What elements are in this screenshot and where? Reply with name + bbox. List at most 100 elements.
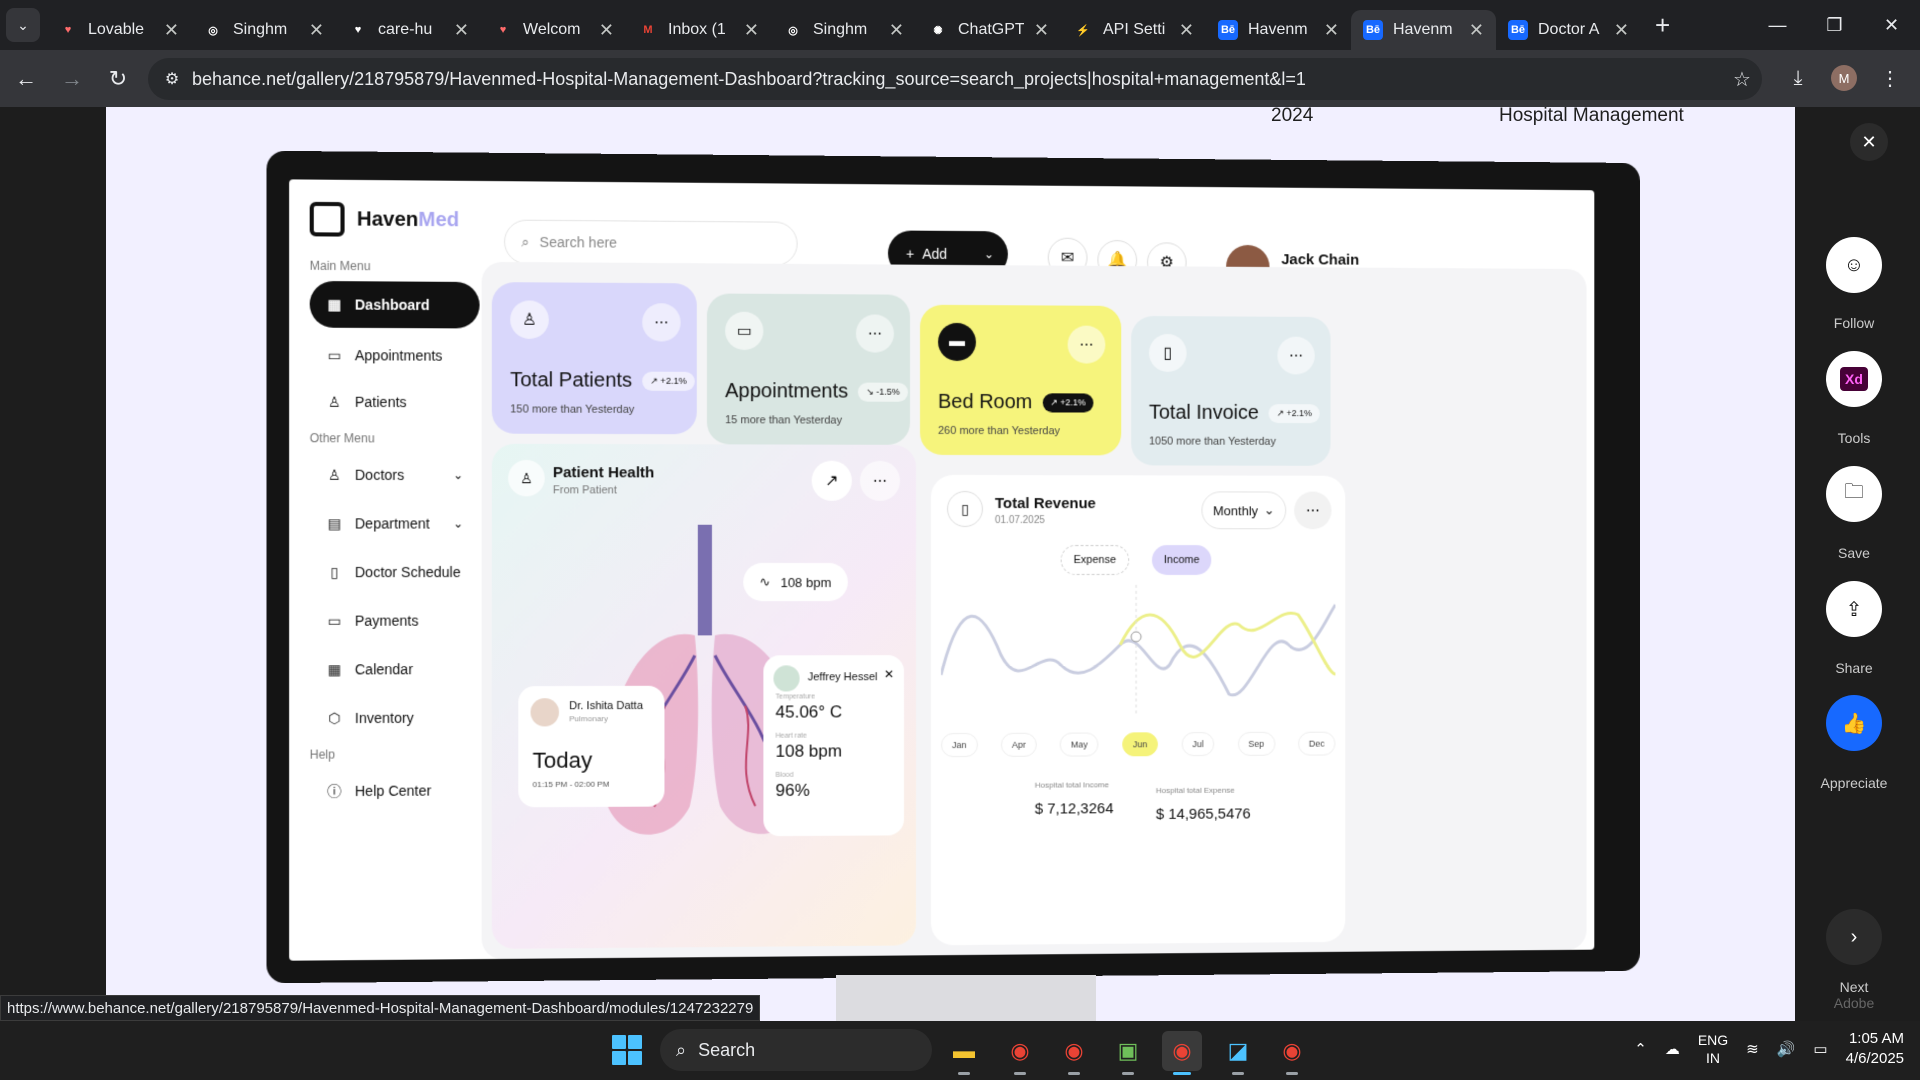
month-chip[interactable]: Jun <box>1121 732 1159 757</box>
close-tab-icon[interactable]: ✕ <box>454 20 469 41</box>
close-tab-icon[interactable]: ✕ <box>164 20 179 41</box>
period-select[interactable]: Monthly ⌄ <box>1201 491 1287 530</box>
windows-start-icon[interactable] <box>612 1035 642 1065</box>
chevron-down-icon[interactable]: ⌄ <box>984 247 994 261</box>
chrome-icon[interactable]: ◉ <box>1054 1031 1094 1075</box>
sidebar-item-doctors[interactable]: ♙ Doctors ⌄ <box>310 451 480 498</box>
browser-toolbar: ← → ↻ ⚙ behance.net/gallery/218795879/Ha… <box>0 50 1920 107</box>
month-chip[interactable]: May <box>1059 732 1099 757</box>
close-window-icon[interactable]: ✕ <box>1863 0 1920 50</box>
tab-title: Havenm <box>1248 21 1308 38</box>
tools-button[interactable]: Xd <box>1826 351 1882 407</box>
sidebar-item-inventory[interactable]: ⬡ Inventory <box>310 694 480 741</box>
appreciate-button[interactable]: 👍 <box>1826 695 1882 751</box>
more-icon[interactable]: ⋯ <box>859 460 900 501</box>
sidebar-item-doctor-schedule[interactable]: ▯ Doctor Schedule <box>310 549 480 596</box>
url-text: behance.net/gallery/218795879/Havenmed-H… <box>192 68 1306 89</box>
more-icon[interactable]: ⋯ <box>855 314 894 353</box>
language-indicator[interactable]: ENG IN <box>1698 1031 1728 1067</box>
month-chip[interactable]: Apr <box>1000 732 1037 757</box>
taskbar-search[interactable]: ⌕ Search <box>660 1029 932 1071</box>
month-chip[interactable]: Jan <box>941 732 978 758</box>
month-chip[interactable]: Dec <box>1298 731 1336 756</box>
sidebar-item-help-center[interactable]: ⓘ Help Center <box>310 767 480 814</box>
tab[interactable]: ◎ Singhm ✕ <box>771 10 916 50</box>
tab[interactable]: ◎ Singhm ✕ <box>191 10 336 50</box>
profile-button[interactable]: M <box>1826 60 1862 96</box>
tab-title: Doctor A <box>1538 21 1600 38</box>
bookmark-star-icon[interactable]: ☆ <box>1722 67 1762 92</box>
sidebar-item-dashboard[interactable]: ▦ Dashboard <box>309 280 480 329</box>
income-toggle[interactable]: Income <box>1151 545 1212 575</box>
close-tab-icon[interactable]: ✕ <box>1034 20 1049 41</box>
month-chip[interactable]: Sep <box>1237 731 1275 756</box>
more-icon[interactable]: ⋯ <box>1277 336 1315 375</box>
tab[interactable]: ✺ ChatGPT ✕ <box>916 10 1061 50</box>
tab[interactable]: ♥ Welcom ✕ <box>481 10 626 50</box>
stat-card[interactable]: ▯ ⋯ Total Invoice ↗ +2.1% 1050 more than Yes… <box>1131 315 1331 466</box>
share-button[interactable]: ⇪ <box>1826 581 1882 637</box>
close-tab-icon[interactable]: ✕ <box>1324 20 1339 41</box>
more-icon[interactable]: ⋯ <box>642 303 681 342</box>
tab[interactable]: ⚡ API Setti ✕ <box>1061 10 1206 50</box>
chrome-icon[interactable]: ◉ <box>1272 1031 1312 1075</box>
tab-title: care-hu <box>378 21 433 38</box>
sidebar-item-patients[interactable]: ♙ Patients <box>310 378 480 425</box>
new-tab-button[interactable]: + <box>1655 10 1670 41</box>
close-tab-icon[interactable]: ✕ <box>1469 20 1484 41</box>
chevron-up-icon[interactable]: ⌃ <box>1634 1040 1647 1058</box>
save-button[interactable]: 🗀 <box>1826 466 1882 522</box>
download-icon[interactable]: ⤓ <box>1780 60 1816 96</box>
close-tab-icon[interactable]: ✕ <box>599 20 614 41</box>
minimize-icon[interactable]: — <box>1749 0 1806 50</box>
tab[interactable]: ♥ care-hu ✕ <box>336 10 481 50</box>
close-tab-icon[interactable]: ✕ <box>1179 20 1194 41</box>
expense-toggle[interactable]: Expense <box>1060 545 1129 575</box>
clock[interactable]: 1:05 AM 4/6/2025 <box>1846 1029 1904 1069</box>
volume-icon[interactable]: 🔊 <box>1777 1040 1796 1058</box>
back-button[interactable]: ← <box>6 59 46 99</box>
close-tab-icon[interactable]: ✕ <box>1614 20 1629 41</box>
arrow-up-right-icon[interactable]: ↗ <box>811 460 852 501</box>
chrome-icon[interactable]: ◉ <box>1162 1031 1202 1075</box>
tab[interactable]: Bē Havenm ✕ <box>1351 10 1496 50</box>
address-bar[interactable]: ⚙ behance.net/gallery/218795879/Havenmed… <box>148 58 1762 100</box>
close-tab-icon[interactable]: ✕ <box>744 20 759 41</box>
stat-card[interactable]: ▬ ⋯ Bed Room ↗ +2.1% 260 more than Yesterday <box>920 304 1122 456</box>
sidebar-item-calendar[interactable]: ▦ Calendar <box>310 646 480 693</box>
restore-icon[interactable]: ❐ <box>1806 0 1863 50</box>
battery-icon[interactable]: ▭ <box>1813 1040 1827 1058</box>
close-tab-icon[interactable]: ✕ <box>309 20 324 41</box>
file-explorer-icon[interactable]: ▬ <box>944 1031 984 1075</box>
sidebar-item-department[interactable]: ▤ Department ⌄ <box>310 500 480 547</box>
cloud-icon[interactable]: ☁ <box>1665 1040 1680 1058</box>
tab[interactable]: Bē Havenm ✕ <box>1206 10 1351 50</box>
wifi-icon[interactable]: ≋ <box>1746 1040 1759 1058</box>
menu-kebab-icon[interactable]: ⋮ <box>1872 60 1908 96</box>
tab[interactable]: ♥ Lovable ✕ <box>46 10 191 50</box>
forward-button[interactable]: → <box>52 59 92 99</box>
tab[interactable]: Bē Doctor A ✕ <box>1496 10 1641 50</box>
stat-card[interactable]: ▭ ⋯ Appointments ↘ -1.5% 15 more than Yester… <box>706 293 911 445</box>
site-info-icon[interactable]: ⚙ <box>152 69 192 89</box>
sidebar-item-appointments[interactable]: ▭ Appointments <box>310 332 480 379</box>
chrome-icon[interactable]: ◉ <box>1000 1031 1040 1075</box>
close-tab-icon[interactable]: ✕ <box>889 20 904 41</box>
doctor-appointment-card[interactable]: Dr. Ishita Datta Pulmonary Today 01:15 P… <box>518 685 665 808</box>
dashboard-search[interactable]: ⌕ Search here <box>504 219 798 266</box>
month-chip[interactable]: Jul <box>1181 732 1215 757</box>
stat-card[interactable]: ♙ ⋯ Total Patients ↗ +2.1% 150 more than Yes… <box>491 282 697 435</box>
card-icon: ▭ <box>327 612 342 629</box>
next-project-button[interactable]: › <box>1826 909 1882 965</box>
reload-button[interactable]: ↻ <box>98 59 138 99</box>
tab-search-button[interactable]: ⌄ <box>6 8 40 42</box>
close-icon[interactable]: ✕ <box>884 667 894 681</box>
image-app-icon[interactable]: ▣ <box>1108 1031 1148 1075</box>
sidebar-item-payments[interactable]: ▭ Payments <box>310 597 480 644</box>
photos-icon[interactable]: ◪ <box>1218 1031 1258 1075</box>
more-icon[interactable]: ⋯ <box>1294 491 1332 530</box>
tab[interactable]: M Inbox (1 ✕ <box>626 10 771 50</box>
more-icon[interactable]: ⋯ <box>1067 325 1106 364</box>
income-total-label: Hospital total Income <box>1034 780 1110 790</box>
follow-button[interactable]: ☺ <box>1826 237 1882 293</box>
